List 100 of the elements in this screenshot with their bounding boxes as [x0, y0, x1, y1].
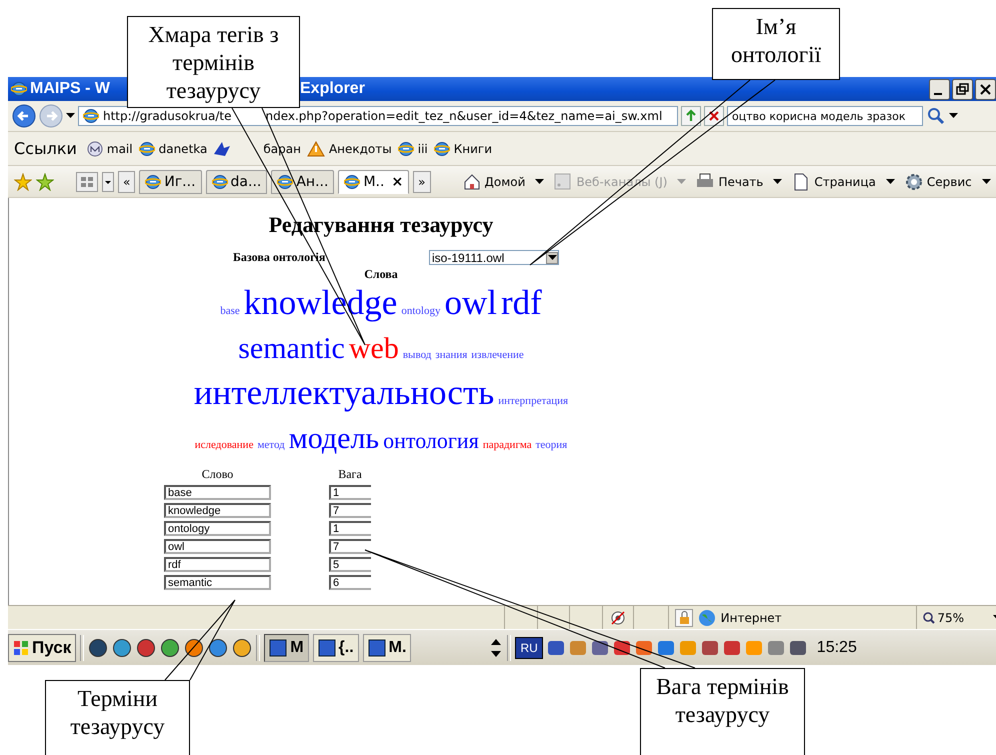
browser-tab[interactable]: M.. × [338, 170, 410, 194]
stop-icon[interactable] [704, 106, 724, 126]
tab-list-icon[interactable] [102, 172, 114, 192]
weight-input[interactable]: 1 [329, 485, 371, 500]
bookmark-link[interactable]: Книги [434, 140, 492, 156]
weight-input[interactable]: 6 [329, 575, 371, 590]
weight-input[interactable]: 1 [329, 521, 371, 536]
taskbar-button[interactable]: M [264, 634, 309, 662]
browser-icon [138, 140, 155, 156]
app-icon[interactable] [232, 638, 252, 658]
browser-icon [398, 140, 414, 156]
term-input[interactable]: ontology [164, 521, 271, 536]
taskbar-button[interactable]: M. [362, 634, 412, 662]
history-dropdown-icon[interactable] [66, 113, 75, 119]
app-icon[interactable] [208, 638, 228, 658]
privacy-icon [609, 610, 628, 626]
toolbar-button[interactable]: Печать [696, 172, 764, 190]
bookmark-link[interactable]: Анекдоты [306, 140, 392, 156]
tag-cloud-word[interactable]: извлечение [471, 349, 524, 361]
zoom-icon [923, 612, 936, 624]
tag-cloud-word[interactable]: owl [444, 283, 497, 322]
tag-cloud-word[interactable]: иследование [194, 439, 254, 451]
callout-label: Терміни тезаурусу [45, 680, 190, 755]
tab-close-button[interactable]: × [391, 174, 404, 190]
dropdown-arrow-icon[interactable] [548, 254, 556, 260]
window-title: Explorer [300, 80, 365, 98]
search-field[interactable]: оцтво корисна модель зразок [727, 106, 923, 126]
window-title: MAIPS - W [30, 80, 110, 98]
tag-cloud-word[interactable]: вывод [402, 349, 432, 361]
minimize-icon[interactable] [929, 78, 950, 100]
close-icon[interactable] [975, 78, 996, 100]
taskbar-button[interactable]: {.. [312, 634, 359, 662]
callout-label: Вага термінів тезаурусу [640, 668, 805, 755]
back-icon[interactable] [12, 104, 36, 128]
column-header: Слово [200, 467, 234, 482]
tray-icon[interactable] [634, 638, 653, 656]
toolbar-button[interactable]: Страница [792, 172, 876, 190]
tag-cloud-word[interactable]: метод [257, 439, 285, 451]
restore-icon[interactable] [952, 78, 973, 100]
callout-label: Ім’я онтології [712, 8, 840, 80]
toolbar-button[interactable]: Домой [462, 172, 526, 190]
term-input[interactable]: base [164, 485, 271, 500]
weight-input[interactable]: 7 [329, 539, 371, 554]
ontology-dropdown[interactable]: iso-19111.owl [429, 250, 559, 265]
toolbar-button[interactable]: Сервис [904, 172, 972, 190]
term-input[interactable]: owl [164, 539, 271, 554]
search-icon[interactable] [926, 106, 946, 126]
weight-input[interactable]: 7 [329, 503, 371, 518]
dropdown-arrow-icon[interactable] [535, 178, 544, 184]
start-button[interactable]: Пуск [8, 634, 76, 662]
browser-icon [434, 140, 450, 156]
tag-cloud-word[interactable]: модель [288, 422, 380, 455]
callout-label: Хмара тегів з термінів тезаурусу [127, 16, 300, 108]
browser-icon [277, 174, 294, 190]
section-label: Слова [363, 267, 399, 282]
bookmark-link[interactable]: mail [86, 140, 133, 156]
app-icon [269, 638, 288, 656]
app-icon[interactable] [112, 638, 132, 658]
dropdown-arrow-icon[interactable] [982, 178, 991, 184]
term-input[interactable]: rdf [164, 557, 271, 572]
lock-icon [674, 608, 693, 626]
links-label: Ссылки [14, 139, 77, 158]
scroll-tabs-button[interactable]: « [118, 170, 136, 192]
dropdown-arrow-icon[interactable] [886, 178, 895, 184]
browser-tab[interactable]: Иг... [139, 170, 202, 194]
app-icon[interactable] [136, 638, 156, 658]
tag-cloud-word[interactable]: теория [536, 439, 568, 451]
star-icon[interactable] [14, 172, 32, 190]
tag-cloud-word[interactable]: интеллектуальность [194, 373, 494, 412]
tag-cloud-word[interactable]: base [220, 305, 240, 317]
language-indicator[interactable]: RU [515, 636, 543, 658]
browser-tab[interactable]: da... [206, 170, 268, 194]
app-icon[interactable] [88, 638, 108, 658]
bookmark-link[interactable]: iii [398, 140, 428, 156]
tag-cloud-word[interactable]: semantic [238, 332, 345, 365]
app-icon[interactable] [184, 638, 204, 658]
tag-cloud-word[interactable]: rdf [500, 283, 542, 322]
bookmark-link[interactable]: danetka [138, 140, 208, 156]
add-favorite-icon[interactable] [36, 172, 54, 190]
tag-cloud-word[interactable]: интерпретация [498, 395, 568, 407]
term-input[interactable]: knowledge [164, 503, 271, 518]
warning-icon [306, 140, 325, 156]
tag-cloud-word[interactable]: онтология [383, 428, 479, 453]
tag-cloud-word[interactable]: ontology [401, 305, 440, 317]
weight-input[interactable]: 5 [329, 557, 371, 572]
app-icon[interactable] [160, 638, 180, 658]
security-zone: Интернет [720, 610, 782, 624]
scroll-tabs-button[interactable]: » [413, 170, 431, 192]
tray-icon[interactable] [590, 638, 609, 656]
tag-cloud-word[interactable]: web [348, 332, 399, 365]
go-icon[interactable] [681, 106, 701, 126]
dropdown-arrow-icon[interactable] [773, 178, 782, 184]
term-input[interactable]: semantic [164, 575, 271, 590]
globe-icon [698, 608, 716, 626]
tag-cloud-word[interactable]: знания [435, 349, 468, 361]
search-dropdown-icon[interactable] [949, 113, 958, 119]
tag-cloud-word[interactable]: парадигма [482, 439, 532, 451]
app-icon [368, 638, 386, 656]
address-field[interactable]: http://gradusokrua/te ndex.php?operation=edit_tez_n&user_id=4&tez_name=ai_sw.xml [78, 106, 678, 126]
browser-tab[interactable]: Ан... [271, 170, 334, 194]
